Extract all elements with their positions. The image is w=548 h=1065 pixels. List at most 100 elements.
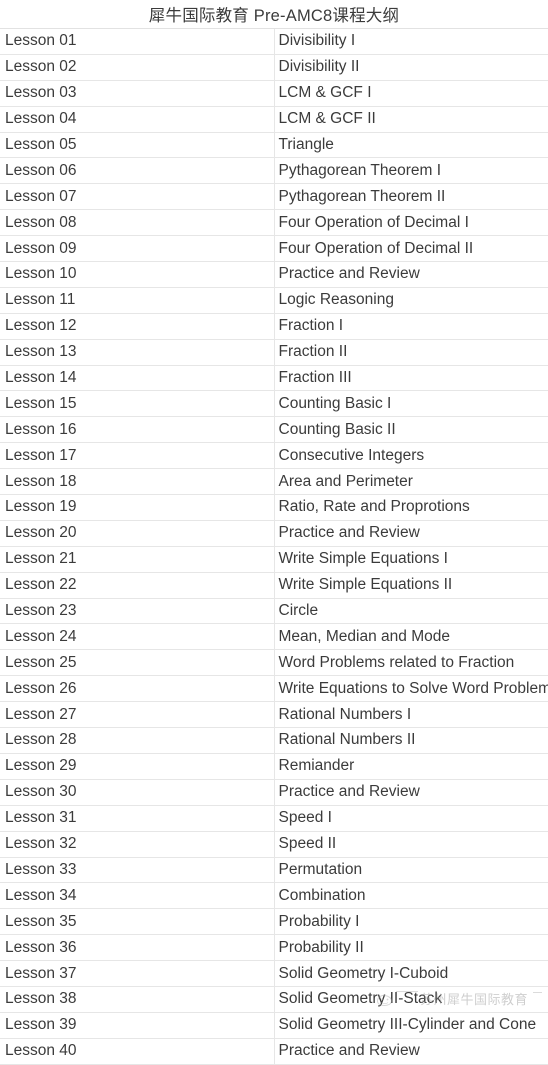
table-row: Lesson 10 Practice and Review xyxy=(0,261,548,288)
lesson-number-cell: Lesson 19 xyxy=(0,494,275,521)
table-row: Lesson 28 Rational Numbers II xyxy=(0,727,548,754)
lesson-topic-cell: Practice and Review xyxy=(274,779,548,806)
lesson-number-cell: Lesson 29 xyxy=(0,753,275,780)
table-row: Lesson 40 Practice and Review xyxy=(0,1038,548,1065)
lesson-number-cell: Lesson 31 xyxy=(0,805,275,832)
lesson-topic-cell: Counting Basic I xyxy=(274,390,548,418)
lesson-number-cell: Lesson 08 xyxy=(0,209,275,237)
table-row: Lesson 19 Ratio, Rate and Proprotions xyxy=(0,494,548,521)
lesson-number-cell: Lesson 38 xyxy=(0,986,275,1013)
lesson-number-cell: Lesson 03 xyxy=(0,80,275,107)
table-row: Lesson 15 Counting Basic I xyxy=(0,390,548,418)
syllabus-table-body: 犀牛国际教育 Pre-AMC8课程大纲 Lesson 01 Divisibilit… xyxy=(0,0,548,1065)
lesson-topic-cell: Speed II xyxy=(274,831,548,858)
table-row: Lesson 21 Write Simple Equations I xyxy=(0,546,548,573)
table-row: Lesson 02 Divisibility II xyxy=(0,54,548,81)
table-row: Lesson 24 Mean, Median and Mode xyxy=(0,623,548,651)
table-row: Lesson 06 Pythagorean Theorem I xyxy=(0,157,548,185)
lesson-number-cell: Lesson 20 xyxy=(0,520,275,547)
table-row: Lesson 23 Circle xyxy=(0,598,548,625)
lesson-topic-cell: Mean, Median and Mode xyxy=(274,623,548,651)
lesson-topic-cell: Combination xyxy=(274,882,548,910)
lesson-topic-cell: Permutation xyxy=(274,857,548,884)
lesson-number-cell: Lesson 01 xyxy=(0,28,275,55)
table-row: Lesson 39 Solid Geometry III-Cylinder and… xyxy=(0,1012,548,1039)
page-title: 犀牛国际教育 Pre-AMC8课程大纲 xyxy=(0,0,548,29)
lesson-topic-cell: Divisibility II xyxy=(274,54,548,81)
lesson-topic-cell: Write Simple Equations I xyxy=(274,546,548,573)
lesson-number-cell: Lesson 13 xyxy=(0,339,275,366)
lesson-topic-cell: Word Problems related to Fraction xyxy=(274,649,548,677)
lesson-topic-cell: Fraction III xyxy=(274,365,548,392)
lesson-topic-cell: Write Equations to Solve Word Problems xyxy=(274,675,548,703)
lesson-number-cell: Lesson 25 xyxy=(0,649,275,677)
lesson-topic-cell: Pythagorean Theorem II xyxy=(274,183,548,211)
lesson-number-cell: Lesson 07 xyxy=(0,183,275,211)
table-row: Lesson 32 Speed II xyxy=(0,831,548,858)
lesson-number-cell: Lesson 28 xyxy=(0,727,275,754)
lesson-number-cell: Lesson 12 xyxy=(0,313,275,340)
table-row: Lesson 36 Probability II xyxy=(0,934,548,962)
lesson-number-cell: Lesson 05 xyxy=(0,132,275,159)
table-row: Lesson 29 Remiander xyxy=(0,753,548,780)
lesson-topic-cell: Rational Numbers I xyxy=(274,701,548,729)
lesson-number-cell: Lesson 35 xyxy=(0,908,275,936)
lesson-number-cell: Lesson 33 xyxy=(0,857,275,884)
table-row: Lesson 18 Area and Perimeter xyxy=(0,468,548,496)
lesson-topic-cell: Area and Perimeter xyxy=(274,468,548,496)
lesson-number-cell: Lesson 18 xyxy=(0,468,275,496)
lesson-number-cell: Lesson 22 xyxy=(0,572,275,599)
lesson-number-cell: Lesson 32 xyxy=(0,831,275,858)
lesson-number-cell: Lesson 24 xyxy=(0,623,275,651)
lesson-number-cell: Lesson 21 xyxy=(0,546,275,573)
lesson-topic-cell: Solid Geometry II-Stack xyxy=(274,986,548,1013)
lesson-topic-cell: Fraction II xyxy=(274,339,548,366)
lesson-topic-cell: Four Operation of Decimal II xyxy=(274,235,548,263)
lesson-topic-cell: Counting Basic II xyxy=(274,416,548,444)
lesson-topic-cell: Practice and Review xyxy=(274,520,548,547)
table-row: Lesson 26 Write Equations to Solve Word P… xyxy=(0,675,548,703)
table-row: Lesson 35 Probability I xyxy=(0,908,548,936)
lesson-topic-cell: Practice and Review xyxy=(274,1038,548,1065)
lesson-topic-cell: Write Simple Equations II xyxy=(274,572,548,599)
table-row: Lesson 30 Practice and Review xyxy=(0,779,548,806)
lesson-number-cell: Lesson 26 xyxy=(0,675,275,703)
lesson-topic-cell: Pythagorean Theorem I xyxy=(274,157,548,185)
lesson-number-cell: Lesson 09 xyxy=(0,235,275,263)
table-row: Lesson 33 Permutation xyxy=(0,857,548,884)
syllabus-sheet: 犀牛国际教育 Pre-AMC8课程大纲 Lesson 01 Divisibilit… xyxy=(0,0,548,1065)
lesson-number-cell: Lesson 40 xyxy=(0,1038,275,1065)
lesson-number-cell: Lesson 15 xyxy=(0,390,275,418)
lesson-number-cell: Lesson 36 xyxy=(0,934,275,962)
lesson-topic-cell: Fraction I xyxy=(274,313,548,340)
lesson-topic-cell: Triangle xyxy=(274,132,548,159)
lesson-topic-cell: Rational Numbers II xyxy=(274,727,548,754)
lesson-topic-cell: Practice and Review xyxy=(274,261,548,288)
lesson-number-cell: Lesson 27 xyxy=(0,701,275,729)
lesson-number-cell: Lesson 34 xyxy=(0,882,275,910)
lesson-topic-cell: Probability I xyxy=(274,908,548,936)
lesson-topic-cell: Solid Geometry III-Cylinder and Cone xyxy=(274,1012,548,1039)
lesson-topic-cell: Ratio, Rate and Proprotions xyxy=(274,494,548,521)
lesson-topic-cell: Solid Geometry I-Cuboid xyxy=(274,960,548,987)
table-row: Lesson 14 Fraction III xyxy=(0,365,548,392)
lesson-number-cell: Lesson 06 xyxy=(0,157,275,185)
table-row: Lesson 03 LCM & GCF I xyxy=(0,80,548,107)
table-row: Lesson 34 Combination xyxy=(0,882,548,910)
table-row: Lesson 27 Rational Numbers I xyxy=(0,701,548,729)
table-row: Lesson 07 Pythagorean Theorem II xyxy=(0,183,548,211)
table-row: Lesson 17 Consecutive Integers xyxy=(0,442,548,470)
lesson-number-cell: Lesson 04 xyxy=(0,106,275,133)
table-row: Lesson 20 Practice and Review xyxy=(0,520,548,547)
table-row: Lesson 04 LCM & GCF II xyxy=(0,106,548,133)
lesson-number-cell: Lesson 02 xyxy=(0,54,275,81)
lesson-number-cell: Lesson 16 xyxy=(0,416,275,444)
lesson-topic-cell: Logic Reasoning xyxy=(274,287,548,314)
table-row: Lesson 08 Four Operation of Decimal I xyxy=(0,209,548,237)
lesson-topic-cell: Remiander xyxy=(274,753,548,780)
lesson-topic-cell: Divisibility I xyxy=(274,28,548,55)
lesson-number-cell: Lesson 39 xyxy=(0,1012,275,1039)
table-row: Lesson 22 Write Simple Equations II xyxy=(0,572,548,599)
table-row: Lesson 05 Triangle xyxy=(0,132,548,159)
lesson-number-cell: Lesson 30 xyxy=(0,779,275,806)
